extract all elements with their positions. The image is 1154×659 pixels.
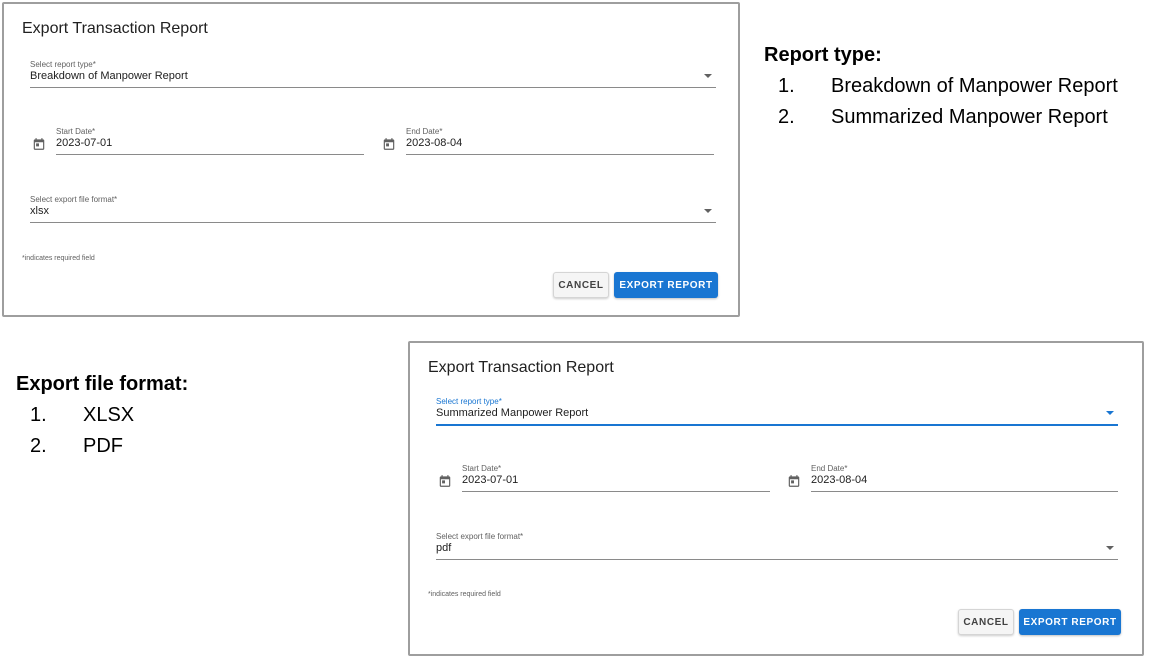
dropdown-arrow-icon[interactable] xyxy=(1106,546,1114,550)
list-item: 2. PDF xyxy=(16,431,316,462)
report-type-annotation: Report type: 1. Breakdown of Manpower Re… xyxy=(764,44,1152,133)
field-underline xyxy=(811,491,1118,492)
export-format-list: 1. XLSX 2. PDF xyxy=(16,400,316,462)
list-text: Breakdown of Manpower Report xyxy=(831,75,1118,97)
export-format-value: pdf xyxy=(436,542,452,554)
field-underline xyxy=(30,222,716,223)
report-type-select[interactable]: Select report type* Summarized Manpower … xyxy=(436,397,1118,427)
field-underline xyxy=(436,559,1118,560)
start-date-value: 2023-07-01 xyxy=(56,137,113,149)
start-date-field[interactable]: Start Date* 2023-07-01 xyxy=(32,127,364,157)
export-format-label: Select export file format* xyxy=(30,195,118,204)
dropdown-arrow-icon[interactable] xyxy=(704,209,712,213)
report-type-select[interactable]: Select report type* Breakdown of Manpowe… xyxy=(30,60,716,90)
list-text: PDF xyxy=(83,435,123,457)
export-format-heading: Export file format: xyxy=(16,373,189,395)
calendar-icon[interactable] xyxy=(32,137,46,151)
field-underline xyxy=(436,424,1118,426)
field-underline xyxy=(30,87,716,88)
report-type-label: Select report type* xyxy=(436,397,502,406)
export-format-select[interactable]: Select export file format* xlsx xyxy=(30,195,716,225)
calendar-icon[interactable] xyxy=(787,474,801,488)
report-type-value: Breakdown of Manpower Report xyxy=(30,70,188,82)
report-type-heading: Report type: xyxy=(764,44,882,66)
end-date-value: 2023-08-04 xyxy=(811,474,868,486)
end-date-field[interactable]: End Date* 2023-08-04 xyxy=(382,127,714,157)
report-type-value: Summarized Manpower Report xyxy=(436,407,589,419)
report-type-list: 1. Breakdown of Manpower Report 2. Summa… xyxy=(764,71,1152,133)
required-field-note: *indicates required field xyxy=(22,255,95,262)
list-number: 2. xyxy=(778,106,795,128)
list-item: 1. Breakdown of Manpower Report xyxy=(764,71,1152,102)
list-number: 1. xyxy=(778,75,795,97)
start-date-value: 2023-07-01 xyxy=(462,474,519,486)
export-format-value: xlsx xyxy=(30,205,49,217)
end-date-label: End Date* xyxy=(811,464,848,473)
list-text: Summarized Manpower Report xyxy=(831,106,1108,128)
required-field-note: *indicates required field xyxy=(428,591,501,598)
list-number: 2. xyxy=(30,435,47,457)
export-format-annotation: Export file format: 1. XLSX 2. PDF xyxy=(16,373,316,462)
calendar-icon[interactable] xyxy=(438,474,452,488)
list-text: XLSX xyxy=(83,404,135,426)
list-item: 1. XLSX xyxy=(16,400,316,431)
start-date-label: Start Date* xyxy=(56,127,96,136)
start-date-field[interactable]: Start Date* 2023-07-01 xyxy=(438,464,770,494)
export-format-label: Select export file format* xyxy=(436,532,524,541)
calendar-icon[interactable] xyxy=(382,137,396,151)
field-underline xyxy=(56,154,364,155)
dropdown-arrow-icon[interactable] xyxy=(704,74,712,78)
field-underline xyxy=(462,491,770,492)
list-item: 2. Summarized Manpower Report xyxy=(764,102,1152,133)
export-dialog-2: Export Transaction Report Select report … xyxy=(408,341,1144,656)
start-date-label: Start Date* xyxy=(462,464,502,473)
field-underline xyxy=(406,154,714,155)
export-format-select[interactable]: Select export file format* pdf xyxy=(436,532,1118,562)
cancel-button[interactable]: CANCEL xyxy=(553,272,609,298)
dropdown-arrow-icon[interactable] xyxy=(1106,411,1114,415)
report-type-label: Select report type* xyxy=(30,60,96,69)
end-date-value: 2023-08-04 xyxy=(406,137,463,149)
cancel-button[interactable]: CANCEL xyxy=(958,609,1014,635)
dialog-title: Export Transaction Report xyxy=(22,20,208,37)
end-date-field[interactable]: End Date* 2023-08-04 xyxy=(787,464,1118,494)
export-dialog-1: Export Transaction Report Select report … xyxy=(2,2,740,317)
export-report-button[interactable]: EXPORT REPORT xyxy=(1019,609,1121,635)
dialog-title: Export Transaction Report xyxy=(428,359,614,376)
end-date-label: End Date* xyxy=(406,127,443,136)
export-report-button[interactable]: EXPORT REPORT xyxy=(614,272,718,298)
list-number: 1. xyxy=(30,404,47,426)
